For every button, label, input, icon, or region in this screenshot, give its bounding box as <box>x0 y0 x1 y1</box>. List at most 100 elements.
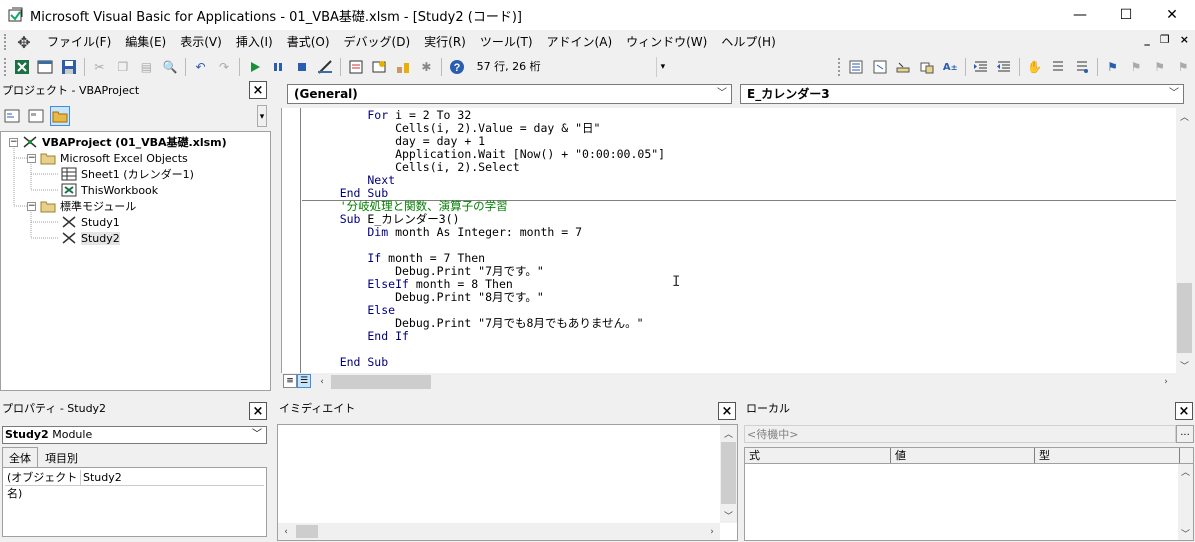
menu-help[interactable]: ヘルプ(H) <box>714 32 782 52</box>
scroll-right-arrow[interactable]: › <box>1159 374 1173 390</box>
find-icon[interactable]: 🔍 <box>160 57 180 77</box>
toggle-breakpoint-icon[interactable]: ✋ <box>1025 57 1045 77</box>
toolbar-grip[interactable] <box>4 58 10 76</box>
scroll-down-arrow[interactable]: ﹀ <box>1178 526 1193 540</box>
object-browser-icon[interactable] <box>393 57 413 77</box>
locals-close-button[interactable]: × <box>1175 402 1193 420</box>
toolbox-icon[interactable]: ✱ <box>417 57 437 77</box>
view-object-icon[interactable] <box>26 106 46 126</box>
previous-bookmark-icon[interactable]: ⚑ <box>1150 57 1170 77</box>
redo-icon[interactable]: ↷ <box>214 57 234 77</box>
call-stack-button[interactable]: ... <box>1176 425 1194 443</box>
list-constants-icon[interactable] <box>870 57 890 77</box>
outdent-icon[interactable] <box>995 57 1015 77</box>
paste-icon[interactable]: ▤ <box>137 57 157 77</box>
menu-file[interactable]: ファイル(F) <box>40 32 118 52</box>
scroll-right-arrow[interactable]: › <box>706 524 718 539</box>
properties-window-icon[interactable] <box>370 57 390 77</box>
scroll-up-arrow[interactable]: ︿ <box>1176 108 1193 124</box>
chevron-down-icon[interactable]: ﹀ <box>1169 85 1179 103</box>
reset-icon[interactable] <box>292 57 312 77</box>
object-combo[interactable]: (General) ﹀ <box>287 84 732 104</box>
vertical-splitter[interactable] <box>271 80 281 395</box>
chevron-down-icon[interactable]: ﹀ <box>252 427 262 443</box>
margin-indicator-bar[interactable] <box>282 108 301 373</box>
properties-object-combo[interactable]: Study2 Module ﹀ <box>2 426 267 444</box>
property-row-name[interactable]: (オブジェクト名) Study2 <box>5 470 264 500</box>
column-expression[interactable]: 式 <box>745 448 891 463</box>
complete-word-icon[interactable]: A ± <box>940 57 960 77</box>
immediate-horizontal-scrollbar[interactable]: ‹ › <box>278 523 720 540</box>
comment-block-icon[interactable] <box>1049 57 1069 77</box>
procedure-combo[interactable]: E_カレンダー3 ﹀ <box>740 84 1184 104</box>
break-icon[interactable] <box>268 57 288 77</box>
project-explorer-close-button[interactable]: × <box>249 81 267 99</box>
column-type[interactable]: 型 <box>1035 448 1180 463</box>
save-icon[interactable] <box>59 57 79 77</box>
code-line[interactable]: Dim month As Integer: month = 7 <box>312 226 582 239</box>
insert-userform-icon[interactable] <box>35 57 55 77</box>
scroll-thumb[interactable] <box>721 442 736 504</box>
property-value[interactable]: Study2 <box>81 470 122 485</box>
minimize-button[interactable]: — <box>1057 0 1103 30</box>
immediate-vertical-scrollbar[interactable]: ︿ ﹀ <box>720 425 737 523</box>
cut-icon[interactable]: ✂ <box>90 57 110 77</box>
quick-info-icon[interactable] <box>893 57 913 77</box>
mdi-restore-button[interactable]: ❐ <box>1160 33 1170 46</box>
copy-icon[interactable]: ❐ <box>113 57 133 77</box>
edit-toolbar-grip[interactable] <box>838 58 844 76</box>
menu-edit[interactable]: 編集(E) <box>118 32 173 52</box>
maximize-button[interactable]: ☐ <box>1103 0 1149 30</box>
scroll-thumb[interactable] <box>1177 283 1192 353</box>
menu-grip[interactable] <box>4 34 10 50</box>
help-icon[interactable]: ? <box>447 57 467 77</box>
toggle-bookmark-icon[interactable]: ⚑ <box>1103 57 1123 77</box>
code-window-icon[interactable]: ✥ <box>14 33 34 52</box>
scroll-up-arrow[interactable]: ︿ <box>720 425 737 441</box>
procedure-view-icon[interactable]: ≡ <box>283 374 297 388</box>
undo-icon[interactable]: ↶ <box>191 57 211 77</box>
full-module-view-icon[interactable]: ☰ <box>297 374 311 388</box>
scroll-down-arrow[interactable]: ﹀ <box>1176 357 1193 373</box>
horizontal-scroll-thumb[interactable] <box>331 375 431 389</box>
menu-window[interactable]: ウィンドウ(W) <box>619 32 714 52</box>
tab-alphabetic[interactable]: 全体 <box>2 447 38 467</box>
run-icon[interactable] <box>245 57 265 77</box>
mdi-close-button[interactable]: × <box>1180 33 1189 46</box>
tab-categorized[interactable]: 項目別 <box>38 447 85 467</box>
column-value[interactable]: 値 <box>891 448 1035 463</box>
parameter-info-icon[interactable] <box>917 57 937 77</box>
code-line[interactable]: End Sub <box>312 356 388 369</box>
scroll-left-arrow[interactable]: ‹ <box>315 374 329 390</box>
chevron-down-icon[interactable]: ﹀ <box>717 85 727 103</box>
menu-tools[interactable]: ツール(T) <box>473 32 540 52</box>
code-vertical-scrollbar[interactable]: ︿ ﹀ <box>1176 108 1193 373</box>
menu-addins[interactable]: アドイン(A) <box>540 32 620 52</box>
excel-view-icon[interactable] <box>12 57 32 77</box>
menu-run[interactable]: 実行(R) <box>417 32 473 52</box>
code-line[interactable]: End If <box>312 330 409 343</box>
scroll-up-arrow[interactable]: ︿ <box>1178 464 1193 478</box>
next-bookmark-icon[interactable]: ⚑ <box>1126 57 1146 77</box>
design-mode-icon[interactable] <box>315 57 335 77</box>
code-editor[interactable]: For i = 2 To 32 Cells(i, 2).Value = day … <box>281 108 1176 373</box>
project-explorer-icon[interactable] <box>346 57 366 77</box>
view-code-icon[interactable] <box>2 106 22 126</box>
menu-insert[interactable]: 挿入(I) <box>229 32 280 52</box>
indent-icon[interactable] <box>971 57 991 77</box>
scroll-down-arrow[interactable]: ﹀ <box>720 507 737 523</box>
close-window-button[interactable]: ✕ <box>1149 0 1195 30</box>
project-toolbar-grip[interactable]: ▾ <box>257 105 267 127</box>
scroll-thumb[interactable] <box>296 525 318 538</box>
scroll-left-arrow[interactable]: ‹ <box>280 524 292 539</box>
horizontal-splitter[interactable] <box>0 391 1195 397</box>
properties-close-button[interactable]: × <box>249 402 267 420</box>
toolbar-end-grip[interactable]: ▾ <box>661 58 669 76</box>
locals-vertical-scrollbar[interactable]: ︿ ﹀ <box>1178 464 1193 540</box>
immediate-close-button[interactable]: × <box>718 402 736 420</box>
toggle-folders-icon[interactable] <box>50 106 70 126</box>
menu-format[interactable]: 書式(O) <box>280 32 337 52</box>
clear-bookmarks-icon[interactable]: ⚑ <box>1173 57 1193 77</box>
immediate-window[interactable]: ︿ ﹀ ‹ › <box>277 424 738 541</box>
uncomment-block-icon[interactable] <box>1072 57 1092 77</box>
